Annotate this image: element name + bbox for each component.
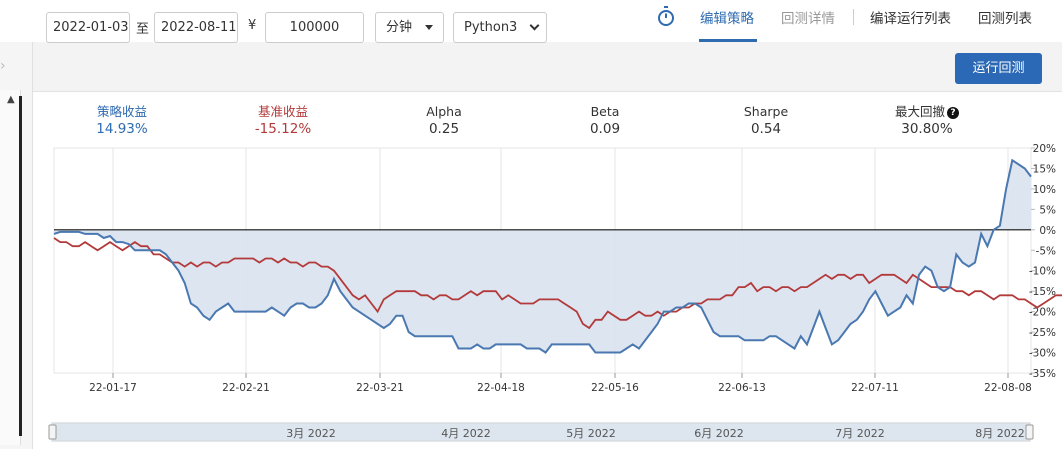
returns-chart[interactable]: 22-01-17 22-02-21 22-03-21 22-04-18 22-05-16… — [0, 0, 1062, 449]
x-tick-label: 22-05-16 — [591, 382, 639, 394]
navigator-label: 4月 2022 — [441, 427, 491, 440]
navigator-left-handle[interactable] — [48, 424, 57, 440]
y-tick-label: -25% — [1029, 327, 1056, 339]
y-tick-label: -35% — [1029, 368, 1056, 380]
y-tick-label: 5% — [1039, 204, 1056, 216]
y-tick-label: 15% — [1033, 163, 1056, 175]
strategy-area — [54, 160, 1031, 353]
y-tick-label: -10% — [1029, 266, 1056, 278]
navigator-label: 8月 2022 — [975, 427, 1025, 440]
x-tick-label: 22-01-17 — [89, 382, 137, 394]
x-tick-label: 22-06-13 — [718, 382, 766, 394]
navigator-right-handle[interactable] — [1025, 424, 1034, 440]
x-tick-label: 22-07-11 — [851, 382, 899, 394]
x-tick-label: 22-03-21 — [356, 382, 404, 394]
navigator-label: 7月 2022 — [835, 427, 885, 440]
navigator-label: 3月 2022 — [286, 427, 336, 440]
y-tick-label: 0% — [1039, 225, 1056, 237]
x-tick-label: 22-08-08 — [984, 382, 1032, 394]
navigator-label: 6月 2022 — [694, 427, 744, 440]
y-tick-label: 10% — [1033, 184, 1056, 196]
y-tick-label: -5% — [1036, 245, 1056, 257]
navigator-label: 5月 2022 — [566, 427, 616, 440]
y-tick-label: -20% — [1029, 307, 1056, 319]
y-tick-label: -30% — [1029, 348, 1056, 360]
x-tick-label: 22-04-18 — [477, 382, 525, 394]
x-tick-label: 22-02-21 — [222, 382, 270, 394]
y-tick-label: 20% — [1033, 143, 1056, 155]
y-tick-label: -15% — [1029, 286, 1056, 298]
